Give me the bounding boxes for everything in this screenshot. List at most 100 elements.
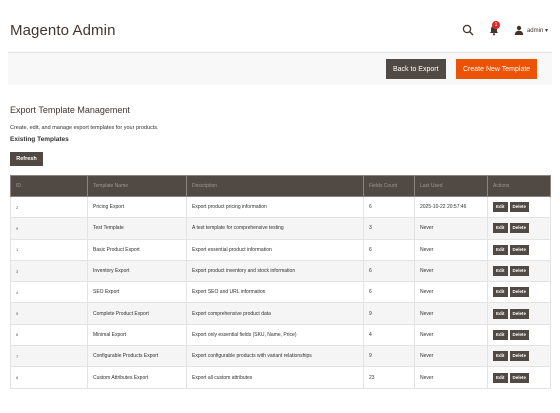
user-menu[interactable]: admin ▾ xyxy=(514,25,548,35)
cell-description: Export essential product information xyxy=(186,238,364,261)
cell-last-used: Never xyxy=(414,238,488,261)
cell-id: 5 xyxy=(10,302,88,325)
notifications-bell[interactable]: 1 xyxy=(488,21,500,36)
existing-templates-heading: Existing Templates xyxy=(10,136,69,143)
cell-description: Export only essential fields (SKU, Name,… xyxy=(186,323,364,347)
table-row: 8 Custom Attributes Export Export all cu… xyxy=(10,366,551,389)
edit-button[interactable]: Edit xyxy=(493,329,508,340)
cell-id: 8 xyxy=(10,366,88,389)
user-icon xyxy=(514,25,524,35)
cell-actions: Edit Delete xyxy=(487,238,551,261)
cell-name: Pricing Export xyxy=(87,195,187,219)
cell-last-used: Never xyxy=(414,366,488,389)
column-header-name[interactable]: Template Name xyxy=(87,175,187,197)
edit-button[interactable]: Edit xyxy=(493,223,508,234)
cell-name: Complete Product Export xyxy=(87,302,187,325)
user-name: admin ▾ xyxy=(526,27,548,34)
column-header-last-used[interactable]: Last Used xyxy=(414,175,488,197)
cell-description: Export all custom attributes xyxy=(186,366,364,389)
cell-actions: Edit Delete xyxy=(487,345,551,368)
delete-button[interactable]: Delete xyxy=(509,372,530,383)
delete-button[interactable]: Delete xyxy=(509,329,530,340)
cell-id: 9 xyxy=(10,217,88,240)
table-row: 1 Basic Product Export Export essential … xyxy=(10,238,551,261)
table-row: 6 Minimal Export Export only essential f… xyxy=(10,323,551,347)
cell-actions: Edit Delete xyxy=(487,281,551,304)
cell-actions: Edit Delete xyxy=(487,366,551,389)
section-title: Export Template Management xyxy=(10,105,130,115)
edit-button[interactable]: Edit xyxy=(493,372,508,383)
cell-last-used: Never xyxy=(414,281,488,304)
cell-name: Test Template xyxy=(87,217,187,240)
cell-fields: 9 xyxy=(363,345,415,368)
cell-last-used: Never xyxy=(414,302,488,325)
edit-button[interactable]: Edit xyxy=(493,202,508,213)
cell-description: Export product inventory and stock infor… xyxy=(186,259,364,283)
cell-id: 6 xyxy=(10,323,88,347)
cell-fields: 6 xyxy=(363,259,415,283)
top-header: Magento Admin 1 admin ▾ xyxy=(0,0,560,52)
delete-button[interactable]: Delete xyxy=(509,266,530,277)
search-icon[interactable] xyxy=(462,24,474,36)
column-header-description[interactable]: Description xyxy=(186,175,364,197)
edit-button[interactable]: Edit xyxy=(493,287,508,298)
refresh-button[interactable]: Refresh xyxy=(10,152,43,166)
table-row: 2 Pricing Export Export product pricing … xyxy=(10,195,551,219)
cell-fields: 6 xyxy=(363,281,415,304)
cell-name: SEO Export xyxy=(87,281,187,304)
cell-fields: 23 xyxy=(363,366,415,389)
edit-button[interactable]: Edit xyxy=(493,244,508,255)
table-row: 5 Complete Product Export Export compreh… xyxy=(10,302,551,325)
edit-button[interactable]: Edit xyxy=(493,266,508,277)
cell-fields: 6 xyxy=(363,238,415,261)
cell-id: 4 xyxy=(10,281,88,304)
cell-description: Export comprehensive product data xyxy=(186,302,364,325)
cell-actions: Edit Delete xyxy=(487,217,551,240)
table-row: 9 Test Template A test template for comp… xyxy=(10,217,551,240)
page-actions-bar: Back to Export Create New Template xyxy=(8,52,552,85)
column-header-id[interactable]: ID xyxy=(10,175,88,197)
cell-last-used: Never xyxy=(414,323,488,347)
create-new-template-button[interactable]: Create New Template xyxy=(456,59,538,79)
header-actions: 1 admin ▾ xyxy=(462,21,548,36)
table-header-row: ID Template Name Description Fields Coun… xyxy=(10,175,551,197)
delete-button[interactable]: Delete xyxy=(509,351,530,362)
page-title: Magento Admin xyxy=(10,22,116,39)
cell-fields: 4 xyxy=(363,323,415,347)
edit-button[interactable]: Edit xyxy=(493,308,508,319)
cell-actions: Edit Delete xyxy=(487,259,551,283)
cell-actions: Edit Delete xyxy=(487,323,551,347)
cell-last-used: Never xyxy=(414,345,488,368)
back-to-export-button[interactable]: Back to Export xyxy=(386,59,446,79)
delete-button[interactable]: Delete xyxy=(509,202,530,213)
cell-fields: 3 xyxy=(363,217,415,240)
section-description: Create, edit, and manage export template… xyxy=(10,125,159,131)
delete-button[interactable]: Delete xyxy=(509,287,530,298)
cell-name: Custom Attributes Export xyxy=(87,366,187,389)
cell-fields: 6 xyxy=(363,195,415,219)
cell-actions: Edit Delete xyxy=(487,195,551,219)
cell-name: Inventory Export xyxy=(87,259,187,283)
column-header-actions: Actions xyxy=(487,175,551,197)
cell-actions: Edit Delete xyxy=(487,302,551,325)
cell-fields: 9 xyxy=(363,302,415,325)
column-header-fields[interactable]: Fields Count xyxy=(363,175,415,197)
edit-button[interactable]: Edit xyxy=(493,351,508,362)
cell-description: Export configurable products with varian… xyxy=(186,345,364,368)
cell-name: Configurable Products Export xyxy=(87,345,187,368)
delete-button[interactable]: Delete xyxy=(509,308,530,319)
cell-description: A test template for comprehensive testin… xyxy=(186,217,364,240)
table-row: 7 Configurable Products Export Export co… xyxy=(10,345,551,368)
templates-table: ID Template Name Description Fields Coun… xyxy=(10,175,551,389)
cell-description: Export product pricing information xyxy=(186,195,364,219)
delete-button[interactable]: Delete xyxy=(509,244,530,255)
cell-last-used: 2025-10-22 20:57:46 xyxy=(414,195,488,219)
cell-last-used: Never xyxy=(414,217,488,240)
cell-name: Basic Product Export xyxy=(87,238,187,261)
cell-name: Minimal Export xyxy=(87,323,187,347)
cell-last-used: Never xyxy=(414,259,488,283)
notification-badge: 1 xyxy=(491,21,500,29)
cell-id: 1 xyxy=(10,238,88,261)
cell-id: 7 xyxy=(10,345,88,368)
delete-button[interactable]: Delete xyxy=(509,223,530,234)
